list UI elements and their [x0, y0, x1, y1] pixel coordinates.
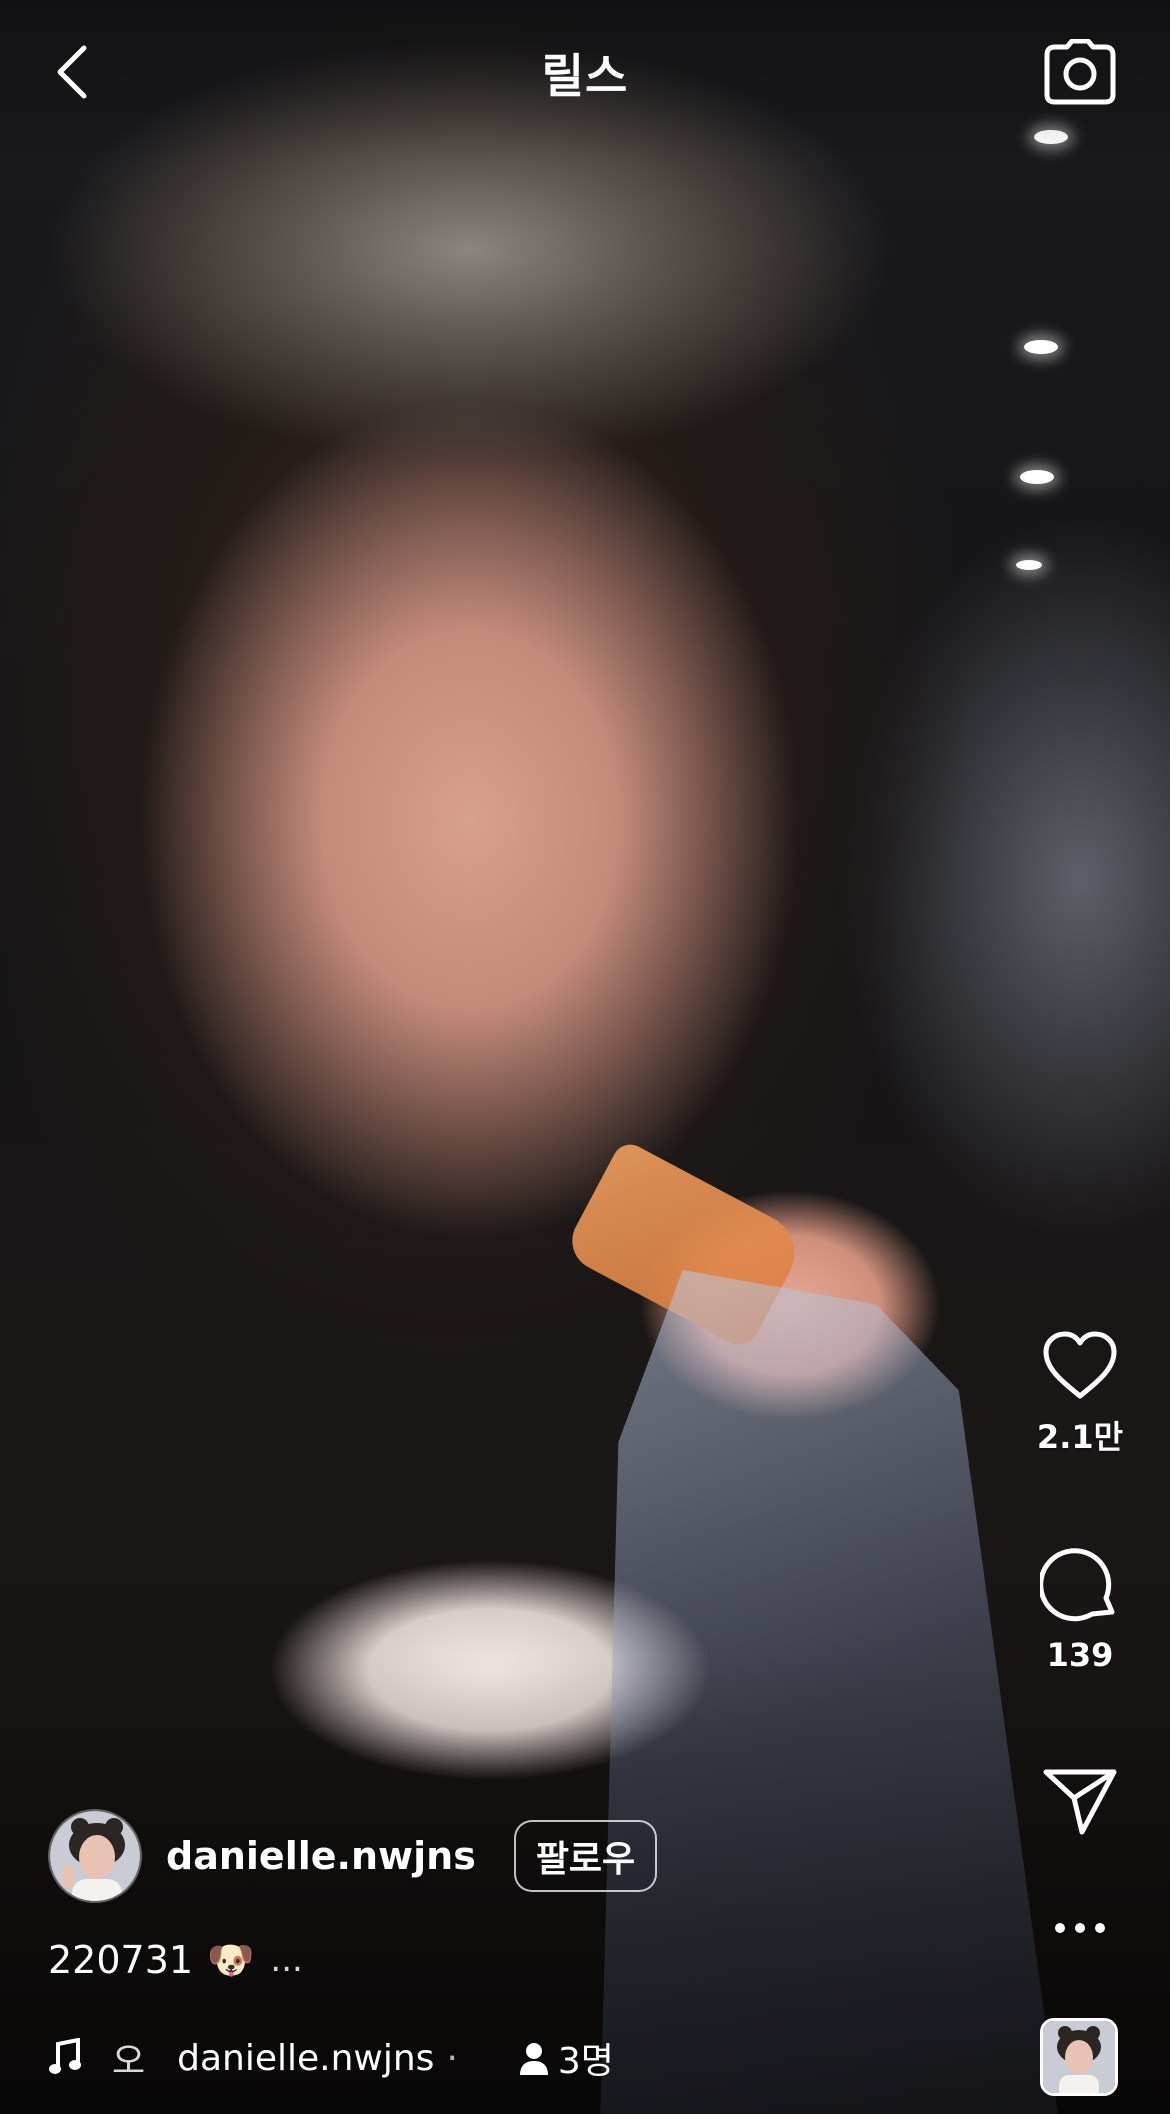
- ceiling-light: [1024, 340, 1058, 354]
- people-count: 3명: [557, 2041, 614, 2082]
- ellipsis-icon[interactable]: [1050, 1920, 1110, 1936]
- page-title: 릴스: [541, 49, 629, 103]
- owner-username[interactable]: danielle.nwjns: [166, 1834, 476, 1878]
- caption[interactable]: 220731 🐶 ...: [48, 1930, 303, 1990]
- audio-prefix: 오: [112, 2041, 146, 2082]
- like-action: 2.1만: [1010, 1330, 1150, 1458]
- share-action: [1010, 1766, 1150, 1836]
- owner-row: danielle.nwjns 팔로우: [48, 1806, 658, 1906]
- avatar[interactable]: [48, 1809, 142, 1903]
- tagged-people[interactable]: 3명: [518, 2032, 614, 2084]
- send-icon[interactable]: [1042, 1766, 1118, 1836]
- audio-row[interactable]: 오 danielle.nwjns · 3명: [48, 2030, 614, 2086]
- caption-text: 220731: [48, 1938, 194, 1982]
- like-count[interactable]: 2.1만: [1037, 1412, 1123, 1458]
- avatar-image: [50, 1811, 140, 1901]
- audio-thumbnail-image: [1043, 2021, 1115, 2093]
- audio-separator: ·: [446, 2037, 458, 2079]
- person-icon: [519, 2043, 548, 2075]
- heart-icon[interactable]: [1040, 1330, 1120, 1402]
- comment-count[interactable]: 139: [1047, 1636, 1114, 1674]
- audio-name[interactable]: danielle.nwjns: [177, 2038, 434, 2079]
- comment-bubble-icon[interactable]: [1040, 1546, 1120, 1626]
- ceiling-light: [1020, 470, 1054, 484]
- camera-button[interactable]: [1040, 32, 1120, 112]
- camera-icon: [1044, 39, 1116, 105]
- comment-action: 139: [1010, 1546, 1150, 1674]
- follow-button[interactable]: 팔로우: [513, 1820, 658, 1892]
- reel-video[interactable]: [0, 0, 1170, 2114]
- ceiling-light: [1016, 560, 1042, 570]
- more-action: [1010, 1920, 1150, 1936]
- caption-more[interactable]: ...: [270, 1940, 302, 1980]
- music-note-icon: [49, 2038, 81, 2074]
- caption-emoji: 🐶: [207, 1937, 255, 1982]
- audio-thumbnail[interactable]: [1040, 2018, 1118, 2096]
- reels-header: 릴스: [0, 0, 1170, 140]
